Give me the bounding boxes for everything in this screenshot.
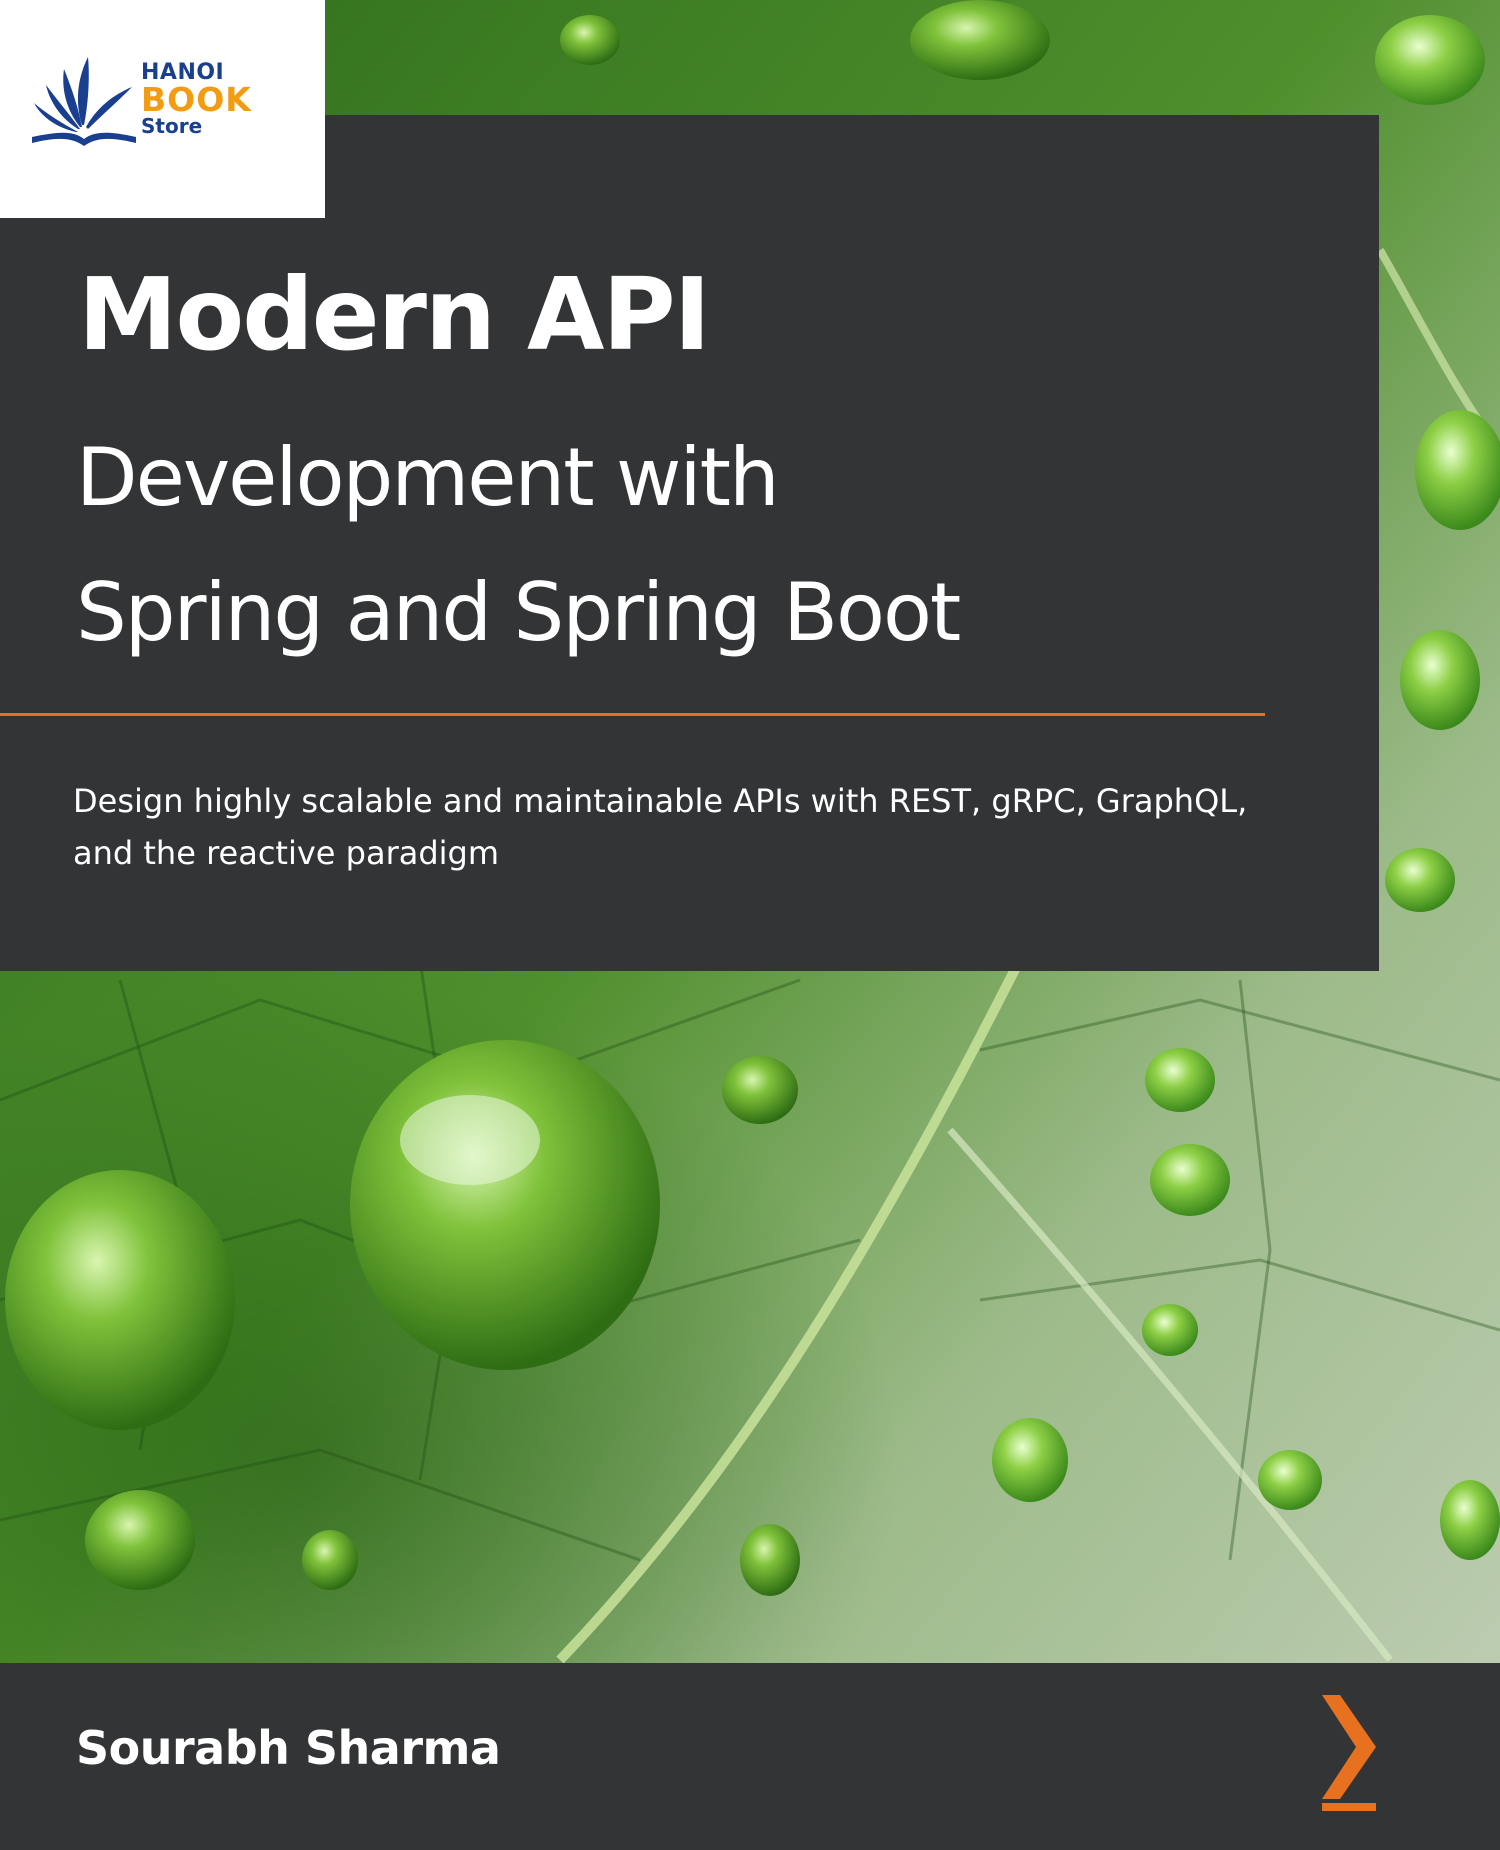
book-cover: Modern API Development with Spring and S… [0, 0, 1500, 1850]
book-title-line-1: Modern API [78, 256, 711, 373]
title-panel: Modern API Development with Spring and S… [0, 115, 1379, 971]
author-name: Sourabh Sharma [76, 1721, 501, 1775]
book-fan-icon [32, 57, 136, 146]
store-logo: HANOI BOOK Store [0, 0, 325, 218]
chevron-right-icon [1322, 1695, 1376, 1811]
logo-text-store: Store [141, 114, 203, 138]
logo-text-book: BOOK [141, 80, 252, 119]
book-title-line-3: Spring and Spring Boot [76, 566, 961, 659]
author-bar: Sourabh Sharma [0, 1663, 1500, 1850]
book-subtitle: Design highly scalable and maintainable … [73, 782, 1248, 872]
accent-divider [0, 713, 1265, 716]
book-title-line-2: Development with [76, 431, 780, 524]
